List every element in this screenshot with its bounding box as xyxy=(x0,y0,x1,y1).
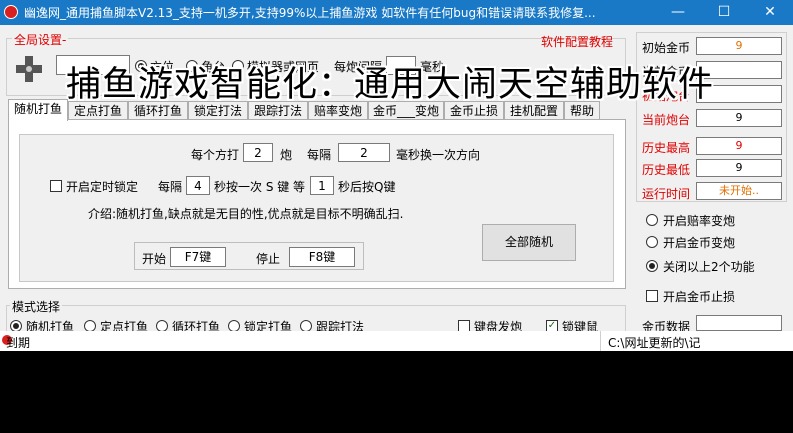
interval-prefix-label: 每隔 xyxy=(307,148,332,162)
stat-label-initial-gold: 初始金币 xyxy=(642,41,691,55)
window-title: 幽逸网_通用捕鱼脚本V2.13_支持一机多开,支持99%以上捕鱼游戏 如软件有任… xyxy=(24,6,596,20)
stop-hotkey-field[interactable]: F8键 xyxy=(289,247,355,267)
cannon-unit-label: 炮 xyxy=(280,148,293,162)
stat-label-history-low: 历史最低 xyxy=(642,163,691,177)
gold-change-label: 开启金币变炮 xyxy=(663,236,736,250)
title-bar: 幽逸网_通用捕鱼脚本V2.13_支持一机多开,支持99%以上捕鱼游戏 如软件有任… xyxy=(0,0,793,25)
stat-value-history-high: 9 xyxy=(696,137,782,155)
stat-label-current-turret: 当前炮台 xyxy=(642,113,691,127)
lock-seconds-field[interactable]: 4 xyxy=(186,176,210,195)
overlay-caption: 捕鱼游戏智能化：通用大闹天空辅助软件 xyxy=(66,65,715,105)
tab-random[interactable]: 随机打鱼 xyxy=(8,99,68,121)
gold-stoploss-checkbox[interactable] xyxy=(646,290,658,302)
gold-change-radio[interactable] xyxy=(646,236,658,248)
stop-label: 停止 xyxy=(256,252,281,266)
start-hotkey-field[interactable]: F7键 xyxy=(170,247,226,267)
dpad-icon xyxy=(14,54,44,84)
lock-every-label: 每隔 xyxy=(158,180,183,194)
stat-label-run-time: 运行时间 xyxy=(642,187,691,201)
app-logo-icon xyxy=(4,5,18,19)
intro-text: 介绍:随机打鱼,缺点就是无目的性,优点就是目标不明确乱扫. xyxy=(88,207,404,221)
status-expiry-text: 到期 xyxy=(6,336,31,350)
timed-lock-checkbox[interactable] xyxy=(50,180,62,192)
stat-value-history-low: 9 xyxy=(696,159,782,177)
stat-value-initial-gold: 9 xyxy=(696,37,782,55)
lock-after-label: 秒后按Q键 xyxy=(338,180,396,194)
shots-per-direction-field[interactable]: 2 xyxy=(243,143,273,162)
lock-press-label: 秒按一次 S 键 等 xyxy=(214,180,306,194)
minimize-button[interactable]: — xyxy=(655,0,701,25)
mode-select-legend: 模式选择 xyxy=(10,298,63,315)
gold-stoploss-label: 开启金币止损 xyxy=(663,290,736,304)
disable-both-radio[interactable] xyxy=(646,260,658,272)
every-direction-label: 每个方打 xyxy=(191,148,240,162)
lock-wait-field[interactable]: 1 xyxy=(310,176,334,195)
close-button[interactable]: ✕ xyxy=(747,0,793,25)
timed-lock-label: 开启定时锁定 xyxy=(66,180,139,194)
config-tutorial-link[interactable]: 软件配置教程 xyxy=(541,33,613,50)
start-label: 开始 xyxy=(142,252,167,266)
maximize-button[interactable]: ☐ xyxy=(701,0,747,25)
stat-value-run-time: 未开始.. xyxy=(696,182,782,200)
status-bar: 到期 C:\网址更新的\记 xyxy=(0,331,793,351)
stat-label-history-high: 历史最高 xyxy=(642,141,691,155)
disable-both-label: 关闭以上2个功能 xyxy=(663,260,755,274)
odds-change-radio[interactable] xyxy=(646,214,658,226)
app-window: 幽逸网_通用捕鱼脚本V2.13_支持一机多开,支持99%以上捕鱼游戏 如软件有任… xyxy=(0,0,793,351)
gold-data-field[interactable] xyxy=(696,315,782,331)
status-divider xyxy=(600,331,601,351)
status-path-text: C:\网址更新的\记 xyxy=(608,336,701,350)
global-settings-legend: 全局设置- xyxy=(12,31,69,48)
odds-change-label: 开启赔率变炮 xyxy=(663,214,736,228)
all-random-button[interactable]: 全部随机 xyxy=(482,224,576,261)
stat-value-current-turret: 9 xyxy=(696,109,782,127)
interval-suffix-label: 毫秒换一次方向 xyxy=(396,148,481,162)
direction-interval-field[interactable]: 2 xyxy=(338,143,390,162)
